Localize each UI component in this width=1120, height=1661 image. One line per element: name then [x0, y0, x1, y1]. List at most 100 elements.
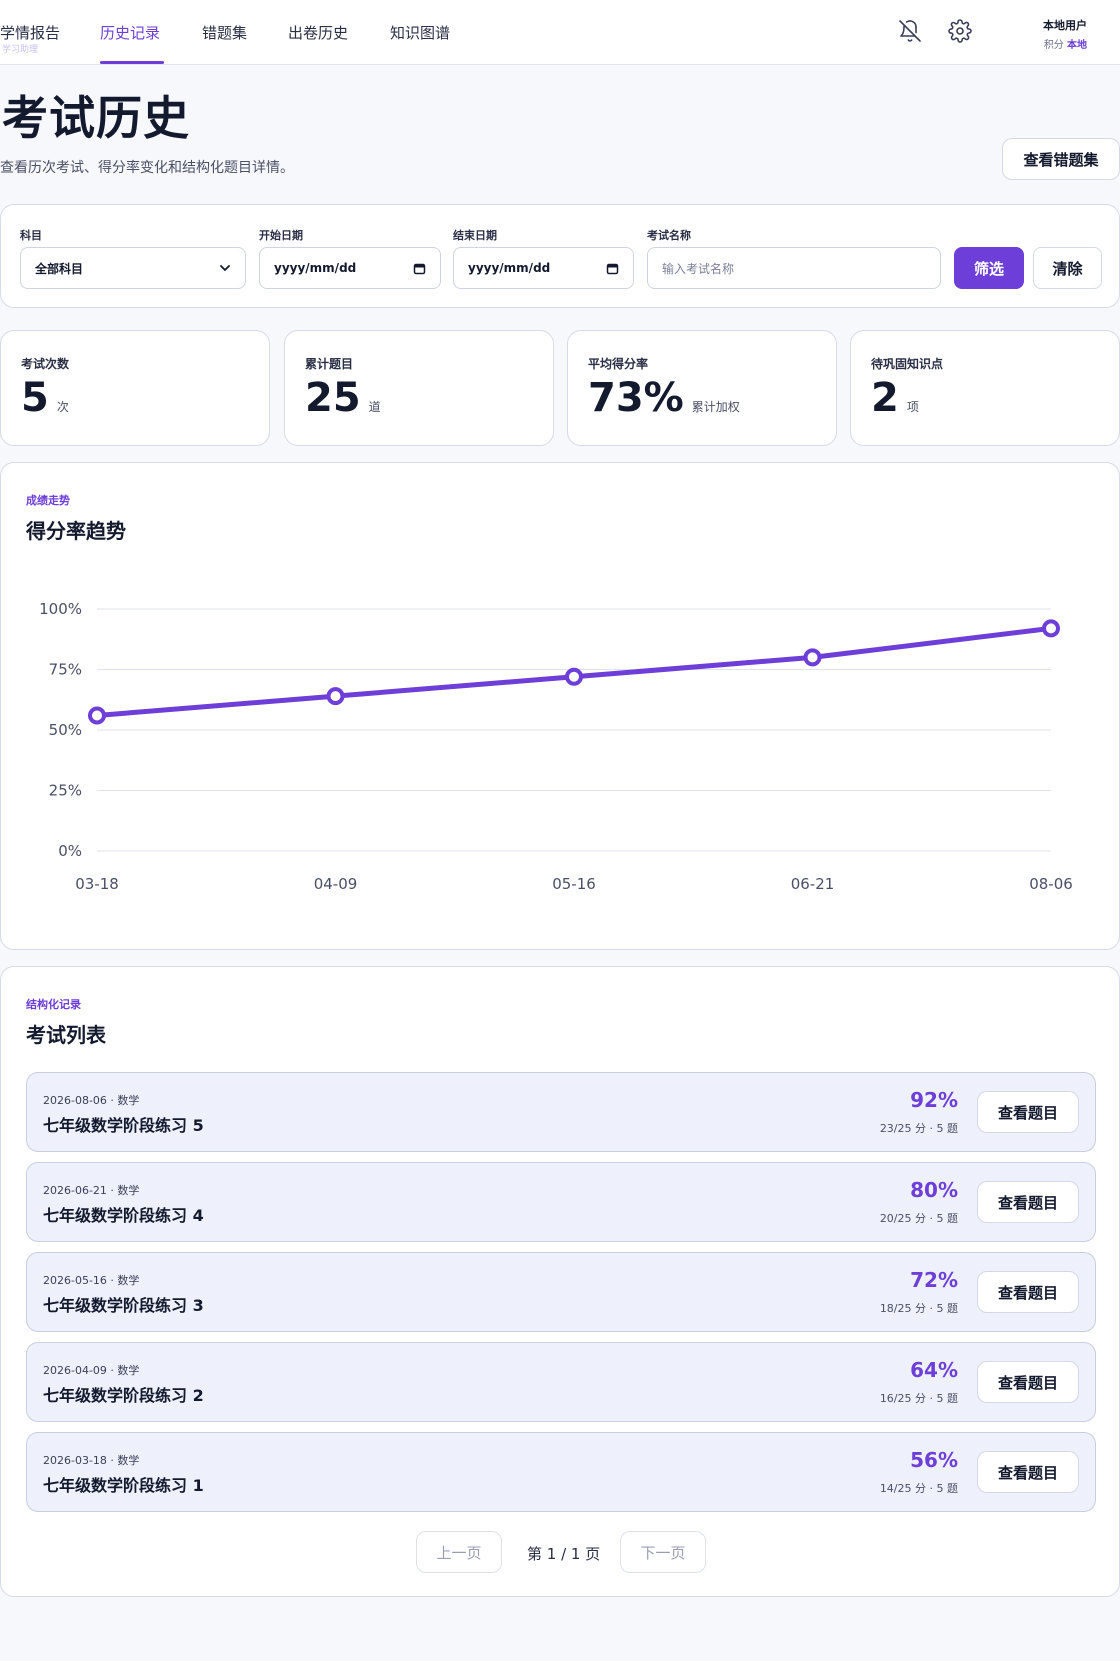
nav-item-report[interactable]: 学情报告 [0, 22, 60, 43]
exam-score: 14/25 分 · 5 题 [879, 1482, 958, 1495]
view-questions-button[interactable]: 查看题目 [977, 1271, 1079, 1313]
exam-row: 2026-08-06 · 数学 七年级数学阶段练习 5 92% 23/25 分 … [26, 1072, 1096, 1152]
exam-rate: 56% [910, 1448, 958, 1472]
exam-meta: 2026-08-06 · 数学 [43, 1094, 140, 1107]
exam-row: 2026-06-21 · 数学 七年级数学阶段练习 4 80% 20/25 分 … [26, 1162, 1096, 1242]
exam-rate: 64% [910, 1358, 958, 1382]
y-tick-label: 100% [39, 600, 82, 618]
page-subtitle: 查看历次考试、得分率变化和结构化题目详情。 [0, 160, 294, 176]
stat-card-exam-count: 考试次数 5 次 [0, 330, 270, 446]
end-date-value: yyyy/mm/dd [468, 261, 551, 275]
view-wrongbook-button[interactable]: 查看错题集 [1002, 138, 1120, 180]
prev-page-button[interactable]: 上一页 [416, 1531, 502, 1573]
exam-name: 七年级数学阶段练习 1 [43, 1476, 204, 1495]
active-tab-indicator [100, 61, 164, 64]
x-tick-label: 03-18 [75, 875, 119, 893]
start-date-input[interactable]: yyyy/mm/dd [259, 247, 441, 289]
subject-select-value: 全部科目 [35, 261, 84, 276]
exam-name: 七年级数学阶段练习 5 [43, 1116, 204, 1135]
view-questions-button[interactable]: 查看题目 [977, 1451, 1079, 1493]
y-tick-label: 50% [49, 721, 82, 739]
exam-name: 七年级数学阶段练习 4 [43, 1206, 204, 1225]
page-title: 考试历史 [2, 91, 190, 145]
calendar-icon[interactable] [606, 262, 619, 275]
y-tick-label: 0% [58, 842, 82, 860]
filter-button[interactable]: 筛选 [954, 247, 1024, 289]
y-tick-label: 25% [49, 782, 82, 800]
exam-meta: 2026-05-16 · 数学 [43, 1274, 140, 1287]
bell-off-icon[interactable] [898, 19, 922, 43]
chevron-down-icon [219, 262, 231, 274]
nav-item-wrongbook[interactable]: 错题集 [202, 22, 247, 43]
x-tick-label: 05-16 [552, 875, 596, 893]
stat-unit: 道 [368, 400, 381, 414]
exam-score: 18/25 分 · 5 题 [879, 1302, 958, 1315]
stat-label: 累计题目 [305, 357, 354, 371]
user-points: 积分 本地 [1044, 36, 1087, 51]
exam-name-input[interactable]: 输入考试名称 [647, 247, 941, 289]
stat-number: 25 [305, 375, 361, 421]
list-kicker: 结构化记录 [26, 998, 81, 1011]
stat-unit: 累计加权 [691, 400, 740, 414]
exam-row: 2026-04-09 · 数学 七年级数学阶段练习 2 64% 16/25 分 … [26, 1342, 1096, 1422]
exam-rate: 72% [910, 1268, 958, 1292]
stat-card-total-questions: 累计题目 25 道 [284, 330, 554, 446]
stat-label: 平均得分率 [588, 357, 649, 371]
points-label: 积分 [1043, 40, 1064, 51]
exam-meta: 2026-04-09 · 数学 [43, 1364, 140, 1377]
stat-number: 73% [588, 375, 684, 421]
exam-rate: 92% [910, 1088, 958, 1112]
stat-card-average-rate: 平均得分率 73% 累计加权 [567, 330, 837, 446]
stat-label: 考试次数 [21, 357, 70, 371]
gear-icon[interactable] [948, 19, 972, 43]
end-date-label: 结束日期 [453, 229, 497, 242]
nav-ghost-label: 学习助理 [2, 45, 39, 55]
data-point [565, 667, 583, 686]
exam-meta: 2026-06-21 · 数学 [43, 1184, 140, 1197]
stat-unit: 项 [906, 400, 919, 414]
subject-select[interactable]: 全部科目 [20, 247, 246, 289]
nav-item-history[interactable]: 历史记录 [100, 22, 160, 43]
trend-line-chart: 0% 25% 50% 75% 100% 03-18 04-09 05-16 06-21 08-06 [39, 600, 1073, 893]
exam-meta: 2026-03-18 · 数学 [43, 1454, 140, 1467]
stat-card-weak-points: 待巩固知识点 2 项 [850, 330, 1120, 446]
clear-button[interactable]: 清除 [1033, 247, 1102, 289]
exam-name: 七年级数学阶段练习 2 [43, 1386, 204, 1405]
start-date-value: yyyy/mm/dd [274, 261, 357, 275]
subject-label: 科目 [20, 229, 42, 242]
view-questions-button[interactable]: 查看题目 [977, 1091, 1079, 1133]
stat-value: 2 项 [871, 375, 919, 421]
exam-score: 16/25 分 · 5 题 [879, 1392, 958, 1405]
view-questions-button[interactable]: 查看题目 [977, 1181, 1079, 1223]
data-point [88, 706, 106, 725]
x-tick-label: 06-21 [791, 875, 835, 893]
exam-name: 七年级数学阶段练习 3 [43, 1296, 204, 1315]
stat-label: 待巩固知识点 [871, 357, 944, 371]
next-page-button[interactable]: 下一页 [620, 1531, 706, 1573]
exam-name-placeholder: 输入考试名称 [662, 261, 735, 276]
list-title: 考试列表 [26, 1023, 106, 1047]
stat-number: 5 [21, 375, 49, 421]
stat-value: 5 次 [21, 375, 69, 421]
calendar-icon[interactable] [413, 262, 426, 275]
exam-row: 2026-05-16 · 数学 七年级数学阶段练习 3 72% 18/25 分 … [26, 1252, 1096, 1332]
trend-card: 成绩走势 得分率趋势 0% 25% 50% 75% 100% 03-18 04-09 05-1… [0, 462, 1120, 950]
top-nav: 学情报告 历史记录 错题集 出卷历史 知识图谱 学习助理 本地用户 积分 本地 [0, 0, 1120, 65]
nav-item-knowledge-graph[interactable]: 知识图谱 [390, 22, 450, 43]
data-point [1042, 619, 1060, 638]
x-tick-label: 08-06 [1029, 875, 1073, 893]
data-point [803, 648, 822, 667]
nav-item-paper-history[interactable]: 出卷历史 [288, 22, 348, 43]
points-value: 本地 [1067, 40, 1087, 51]
view-questions-button[interactable]: 查看题目 [977, 1361, 1079, 1403]
exam-name-label: 考试名称 [647, 229, 691, 242]
page-indicator: 第 1 / 1 页 [527, 1545, 601, 1563]
stat-value: 73% 累计加权 [588, 375, 740, 421]
exam-score: 23/25 分 · 5 题 [879, 1122, 958, 1135]
stat-value: 25 道 [305, 375, 381, 421]
end-date-input[interactable]: yyyy/mm/dd [453, 247, 634, 289]
user-name[interactable]: 本地用户 [1043, 17, 1087, 33]
filter-panel: 科目 全部科目 开始日期 yyyy/mm/dd 结束日期 yyyy/mm/dd … [0, 204, 1120, 308]
exam-list-card: 结构化记录 考试列表 2026-08-06 · 数学 七年级数学阶段练习 5 9… [0, 966, 1120, 1597]
exam-row: 2026-03-18 · 数学 七年级数学阶段练习 1 56% 14/25 分 … [26, 1432, 1096, 1512]
